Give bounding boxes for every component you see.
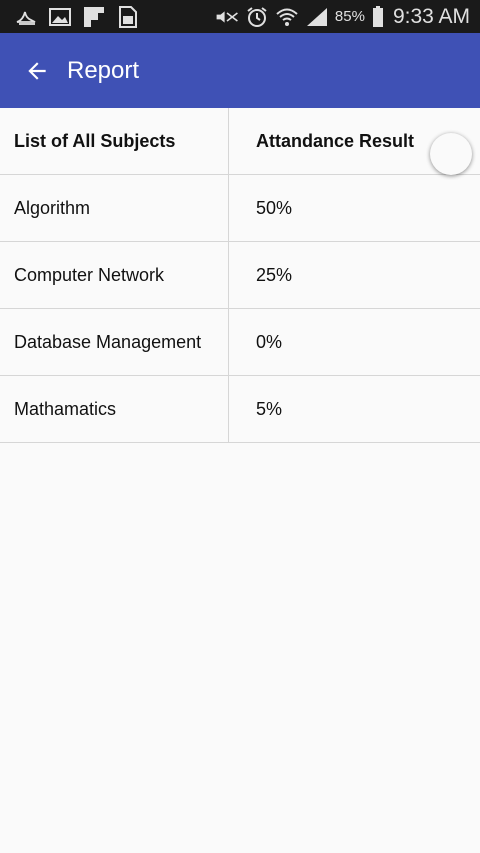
arrow-left-icon (28, 61, 46, 80)
attendance-value: 5% (256, 398, 283, 419)
flipboard-icon (82, 6, 106, 28)
table-row[interactable]: Computer Network 25% (0, 242, 480, 309)
attendance-value: 25% (256, 264, 293, 285)
subject-name: Database Management (0, 309, 229, 375)
wifi-icon (275, 6, 299, 28)
battery-percent: 85% (334, 8, 365, 25)
table-row[interactable]: Database Management 0% (0, 309, 480, 376)
floating-toggle-button[interactable] (430, 133, 472, 175)
battery-icon (371, 5, 385, 28)
back-button[interactable] (11, 45, 63, 97)
status-bar: 85% 9:33 AM (0, 0, 480, 33)
report-table: List of All Subjects Attandance Result A… (0, 108, 480, 443)
notification-icon (14, 6, 38, 28)
table-header-row: List of All Subjects Attandance Result (0, 108, 480, 175)
attendance-value: 50% (256, 197, 293, 218)
subject-name: Mathamatics (0, 376, 229, 442)
clock: 9:33 AM (392, 4, 470, 28)
sim-icon (116, 5, 140, 28)
signal-icon (305, 6, 329, 28)
app-bar: Report (0, 33, 480, 108)
subject-name: Computer Network (0, 242, 229, 308)
mute-icon (215, 6, 239, 28)
page-title: Report (67, 56, 140, 84)
alarm-icon (245, 6, 269, 28)
header-subjects: List of All Subjects (0, 108, 229, 174)
table-row[interactable]: Algorithm 50% (0, 175, 480, 242)
attendance-value: 0% (256, 331, 283, 352)
subject-name: Algorithm (0, 175, 229, 241)
table-row[interactable]: Mathamatics 5% (0, 376, 480, 443)
gallery-icon (48, 6, 72, 28)
